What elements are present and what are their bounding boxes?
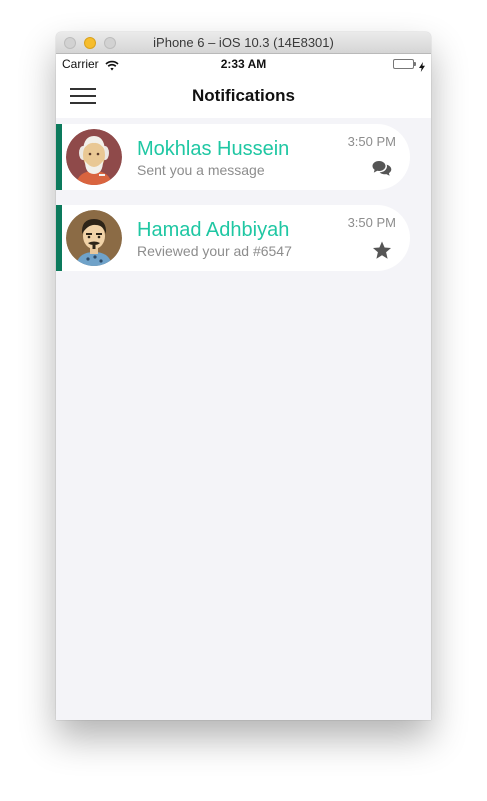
notification-message: Sent you a message [137, 162, 265, 178]
status-time: 2:33 AM [220, 57, 267, 71]
page-title: Notifications [192, 86, 295, 105]
navigation-bar: Notifications [56, 74, 431, 118]
window-title: iPhone 6 – iOS 10.3 (14E8301) [153, 35, 334, 50]
star-icon [372, 241, 392, 265]
battery-nub [414, 62, 416, 66]
window-titlebar[interactable]: iPhone 6 – iOS 10.3 (14E8301) [56, 32, 431, 54]
sender-name: Hamad Adhbiyah [137, 219, 290, 241]
status-bar: Carrier 2:33 AM [56, 54, 431, 74]
notification-message: Reviewed your ad #6547 [137, 243, 292, 259]
notification-time: 3:50 PM [347, 134, 396, 149]
notification-item[interactable]: Hamad Adhbiyah Reviewed your ad #6547 3:… [56, 205, 410, 271]
hamburger-icon[interactable] [70, 84, 96, 108]
notification-item[interactable]: Mokhlas Hussein Sent you a message 3:50 … [56, 124, 410, 190]
notification-time: 3:50 PM [347, 215, 396, 230]
avatar [66, 210, 122, 266]
chat-bubbles-icon [372, 160, 392, 181]
avatar [66, 129, 122, 185]
simulator-window: iPhone 6 – iOS 10.3 (14E8301) Carrier 2:… [56, 32, 431, 720]
sender-name: Mokhlas Hussein [137, 138, 290, 160]
battery-icon [393, 59, 414, 69]
